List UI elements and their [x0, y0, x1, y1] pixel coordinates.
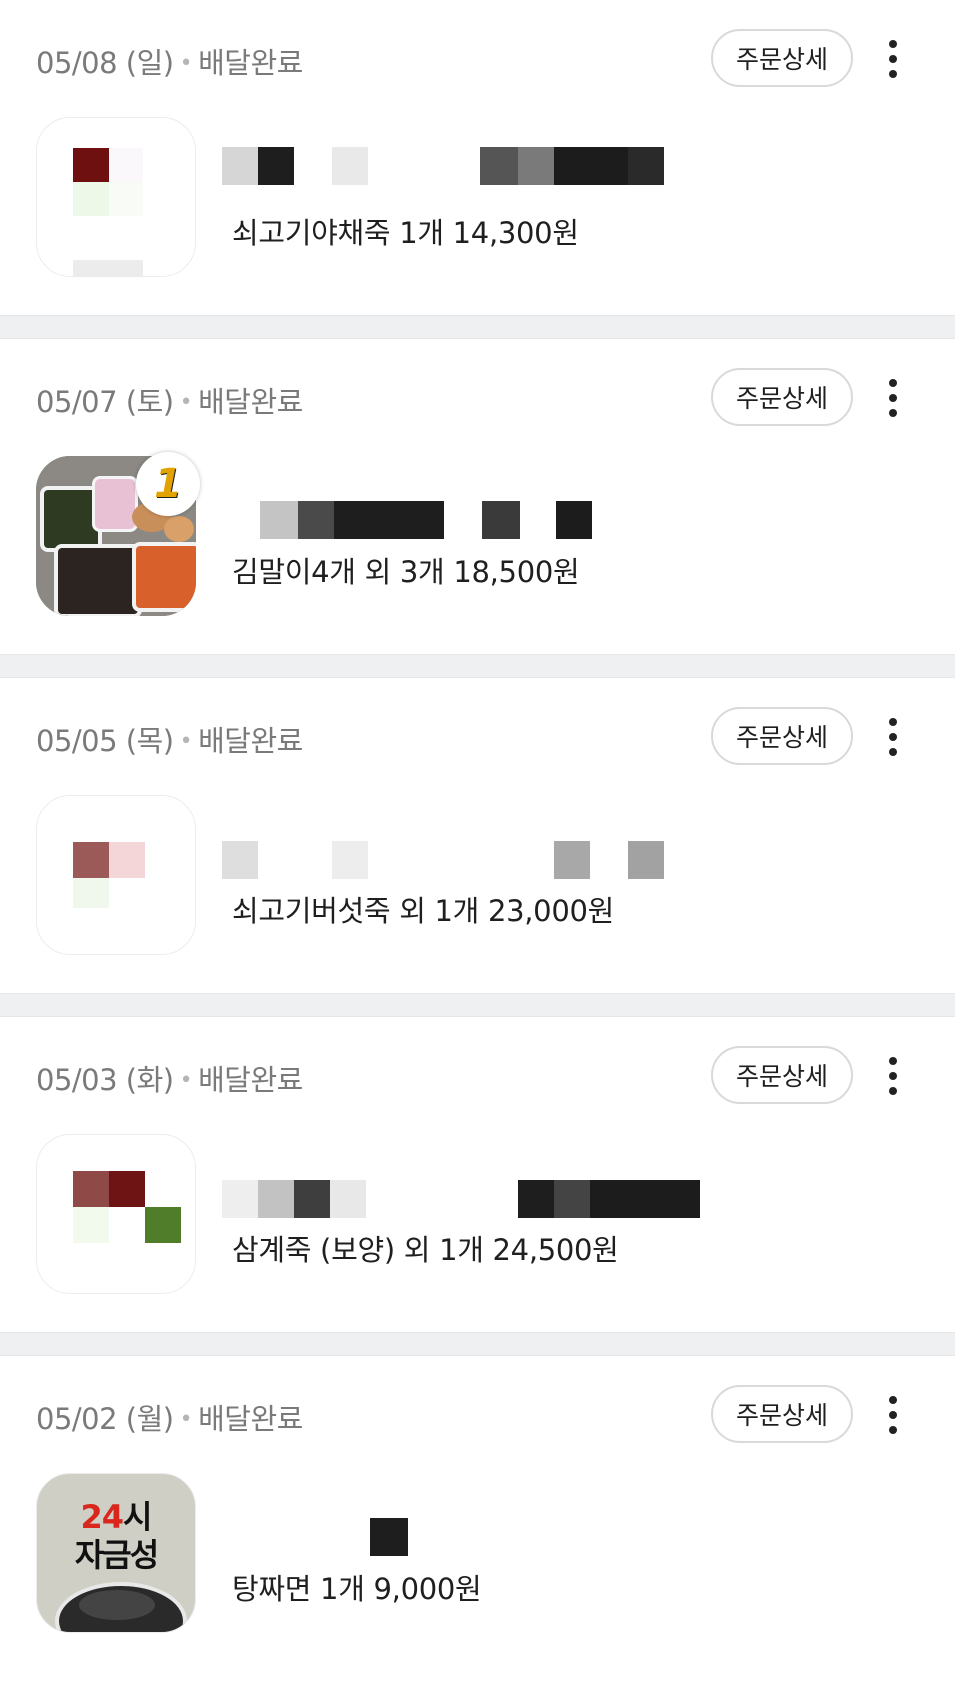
store-name-redacted[interactable] — [220, 1518, 700, 1556]
store-name-redacted[interactable] — [220, 841, 700, 879]
order-card: 05/07 (토) • 배달완료 주문상세 1 김말이4개 외 3개 18,500원 — [0, 339, 955, 654]
order-detail-button[interactable]: 주문상세 — [711, 1385, 853, 1443]
store-thumbnail[interactable]: 1 — [36, 452, 200, 616]
separator-dot: • — [179, 390, 193, 415]
order-date: 05/08 (일) — [36, 46, 174, 80]
order-date: 05/03 (화) — [36, 1063, 174, 1097]
store-thumbnail[interactable] — [36, 1134, 196, 1294]
order-meta: 05/02 (월) • 배달완료 — [36, 1396, 303, 1438]
more-vertical-icon[interactable] — [878, 40, 908, 78]
order-date: 05/02 (월) — [36, 1402, 174, 1436]
store-logo-thumbnail[interactable]: 24시 자금성 — [36, 1473, 196, 1633]
more-vertical-icon[interactable] — [878, 1057, 908, 1095]
order-date: 05/05 (목) — [36, 724, 174, 758]
store-thumbnail[interactable] — [36, 795, 196, 955]
order-detail-button[interactable]: 주문상세 — [711, 707, 853, 765]
order-status: 배달완료 — [198, 385, 303, 419]
order-history-list: 05/08 (일) • 배달완료 주문상세 쇠고기야채죽 1개 14,300원 05… — [0, 0, 955, 1671]
order-meta: 05/07 (토) • 배달완료 — [36, 379, 303, 421]
separator-dot: • — [179, 729, 193, 754]
store-logo-line2: 자금성 — [74, 1536, 159, 1574]
section-divider — [0, 1332, 955, 1356]
separator-dot: • — [179, 51, 193, 76]
section-divider — [0, 993, 955, 1017]
order-summary: 탕짜면 1개 9,000원 — [232, 1572, 482, 1606]
order-summary: 삼계죽 (보양) 외 1개 24,500원 — [232, 1233, 619, 1267]
store-name-redacted[interactable] — [220, 501, 700, 539]
order-meta: 05/05 (목) • 배달완료 — [36, 718, 303, 760]
section-divider — [0, 654, 955, 678]
separator-dot: • — [179, 1068, 193, 1093]
separator-dot: • — [179, 1407, 193, 1432]
order-status: 배달완료 — [198, 46, 303, 80]
store-name-redacted[interactable] — [220, 147, 700, 185]
order-summary: 쇠고기버섯죽 외 1개 23,000원 — [232, 894, 614, 928]
noodle-image — [79, 1590, 155, 1620]
order-status: 배달완료 — [198, 724, 303, 758]
order-summary: 쇠고기야채죽 1개 14,300원 — [232, 216, 579, 250]
rank-badge: 1 — [136, 452, 200, 516]
order-detail-button[interactable]: 주문상세 — [711, 1046, 853, 1104]
order-date: 05/07 (토) — [36, 385, 174, 419]
more-vertical-icon[interactable] — [878, 718, 908, 756]
store-name-redacted[interactable] — [220, 1180, 700, 1218]
order-detail-button[interactable]: 주문상세 — [711, 29, 853, 87]
store-thumbnail[interactable] — [36, 117, 196, 277]
order-card: 05/03 (화) • 배달완료 주문상세 삼계죽 (보양) 외 1개 24,500… — [0, 1017, 955, 1332]
order-summary: 김말이4개 외 3개 18,500원 — [232, 555, 580, 589]
order-detail-button[interactable]: 주문상세 — [711, 368, 853, 426]
more-vertical-icon[interactable] — [878, 379, 908, 417]
order-meta: 05/03 (화) • 배달완료 — [36, 1057, 303, 1099]
order-meta: 05/08 (일) • 배달완료 — [36, 40, 303, 82]
order-card: 05/08 (일) • 배달완료 주문상세 쇠고기야채죽 1개 14,300원 — [0, 0, 955, 315]
order-status: 배달완료 — [198, 1402, 303, 1436]
order-card: 05/05 (목) • 배달완료 주문상세 쇠고기버섯죽 외 1개 23,000원 — [0, 678, 955, 993]
section-divider — [0, 315, 955, 339]
order-card: 05/02 (월) • 배달완료 주문상세 24시 자금성 탕짜면 1개 9,000… — [0, 1356, 955, 1671]
order-status: 배달완료 — [198, 1063, 303, 1097]
more-vertical-icon[interactable] — [878, 1396, 908, 1434]
